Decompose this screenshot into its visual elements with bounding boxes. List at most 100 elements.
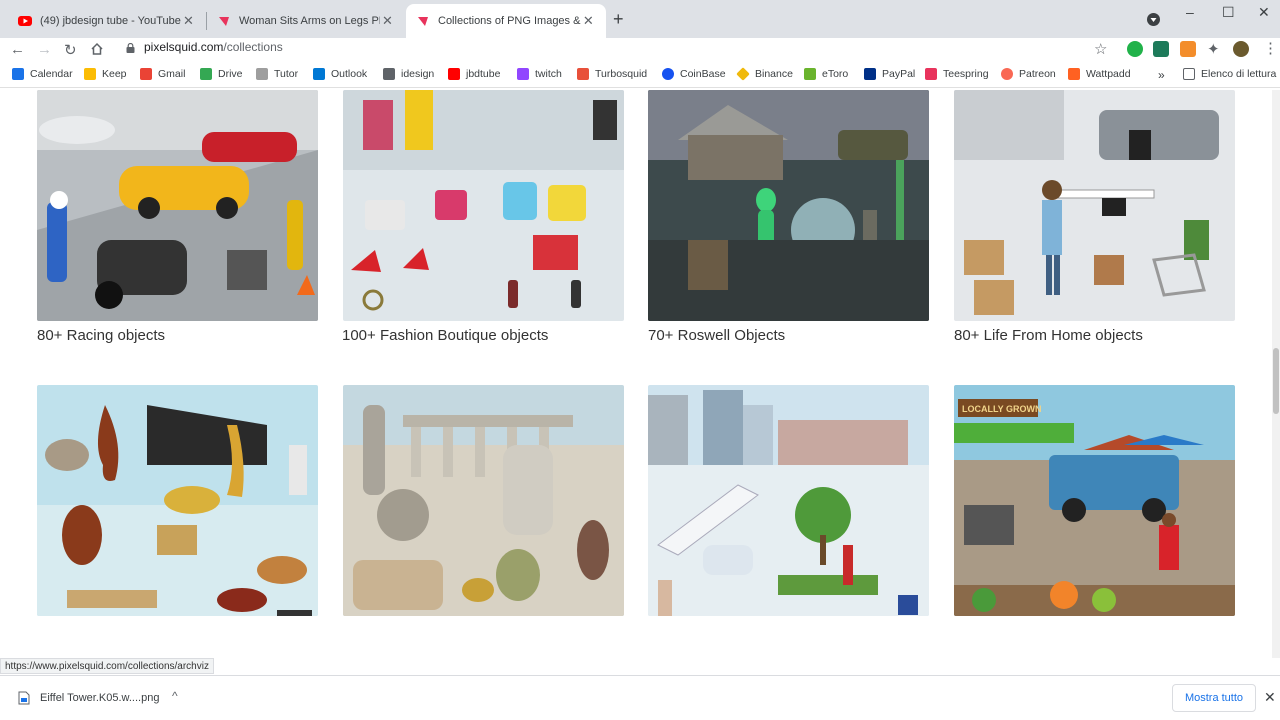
bookmark-drive[interactable]: Drive	[200, 68, 243, 80]
bookmark-outlook[interactable]: Outlook	[313, 68, 367, 80]
page-scrollbar[interactable]	[1272, 90, 1280, 658]
scrollbar-thumb[interactable]	[1273, 348, 1279, 414]
bookmark-turbosquid[interactable]: Turbosquid	[577, 68, 647, 80]
tab-search-icon[interactable]	[1147, 13, 1160, 26]
forward-icon[interactable]: →	[37, 41, 52, 58]
youtube-icon	[18, 16, 32, 26]
menu-icon[interactable]: ⋮	[1263, 39, 1278, 57]
close-download-bar-icon[interactable]: ✕	[1264, 689, 1276, 706]
tab-youtube[interactable]: (49) jbdesign tube - YouTube ✕	[8, 4, 206, 38]
bookmark-tutor[interactable]: Tutor	[256, 68, 298, 80]
tab-title: Woman Sits Arms on Legs PNG I	[239, 15, 380, 27]
minimize-icon[interactable]: –	[1186, 4, 1194, 20]
bookmark-teespring[interactable]: Teespring	[925, 68, 989, 80]
calendar-icon	[12, 68, 24, 80]
wattpad-icon	[1068, 68, 1080, 80]
collection-card-music[interactable]	[37, 385, 318, 616]
back-icon[interactable]: ←	[10, 41, 25, 58]
fashion-collection-image	[343, 90, 624, 321]
status-url: https://www.pixelsquid.com/collections/a…	[0, 658, 214, 674]
bookmark-keep[interactable]: Keep	[84, 68, 127, 80]
bookmark-label: Turbosquid	[595, 68, 648, 80]
bookmark-wattpadd[interactable]: Wattpadd	[1068, 68, 1131, 80]
new-tab-button[interactable]: +	[613, 9, 624, 30]
bookmark-label: Drive	[218, 68, 243, 80]
show-all-button[interactable]: Mostra tutto	[1172, 684, 1256, 712]
download-item[interactable]: Eiffel Tower.K05.w....png	[18, 691, 159, 705]
collection-card-city[interactable]	[648, 385, 929, 616]
extensions-puzzle-icon[interactable]: ✦	[1207, 40, 1220, 58]
url-path: /collections	[223, 40, 283, 54]
patreon-icon	[1001, 68, 1013, 80]
reading-list-icon	[1183, 68, 1195, 80]
bookmark-idesign[interactable]: idesign	[383, 68, 434, 80]
bookmark-label: Keep	[102, 68, 127, 80]
extension-green-icon[interactable]	[1127, 41, 1143, 57]
download-bar: Eiffel Tower.K05.w....png ^ Mostra tutto…	[0, 675, 1280, 720]
profile-avatar[interactable]	[1233, 41, 1249, 57]
extension-teal-icon[interactable]	[1153, 41, 1169, 57]
window-close-icon[interactable]: ✕	[1258, 4, 1270, 21]
collection-title[interactable]: 70+ Roswell Objects	[648, 327, 785, 344]
metamask-icon[interactable]	[1180, 41, 1196, 57]
bookmark-label: idesign	[401, 68, 435, 80]
download-filename: Eiffel Tower.K05.w....png	[40, 692, 160, 704]
address-bar[interactable]: pixelsquid.com/collections	[144, 40, 283, 54]
turbosquid-icon	[577, 68, 589, 80]
tab-woman-sits[interactable]: Woman Sits Arms on Legs PNG I ✕	[207, 4, 405, 38]
chevron-up-icon[interactable]: ^	[172, 689, 178, 703]
collection-title[interactable]: 80+ Racing objects	[37, 327, 165, 344]
bookmark-label: Gmail	[158, 68, 186, 80]
city-collection-image	[648, 385, 929, 616]
bookmark-star-icon[interactable]: ☆	[1094, 40, 1107, 58]
bookmark-patreon[interactable]: Patreon	[1001, 68, 1056, 80]
tab-title: Collections of PNG Images & PSI	[438, 15, 581, 27]
twitch-icon	[517, 68, 529, 80]
teespring-icon	[925, 68, 937, 80]
bookmark-etoro[interactable]: eToro	[804, 68, 848, 80]
bookmark-label: CoinBase	[680, 68, 726, 80]
bookmark-twitch[interactable]: twitch	[517, 68, 562, 80]
drive-icon	[200, 68, 212, 80]
tab-collections[interactable]: Collections of PNG Images & PSI ✕	[406, 4, 606, 38]
close-tab-icon[interactable]: ✕	[581, 13, 596, 29]
home-collection-image	[954, 90, 1235, 321]
market-sign-text: LOCALLY GROWN	[962, 404, 1042, 414]
music-collection-image	[37, 385, 318, 616]
bookmark-paypal[interactable]: PayPal	[864, 68, 915, 80]
bookmark-label: Patreon	[1019, 68, 1056, 80]
collection-card-market[interactable]: LOCALLY GROWN	[954, 385, 1235, 616]
lock-icon[interactable]	[126, 43, 135, 53]
youtube-icon	[448, 68, 460, 80]
close-tab-icon[interactable]: ✕	[380, 13, 395, 29]
pixelsquid-icon	[219, 17, 229, 26]
bookmark-label: Tutor	[274, 68, 299, 80]
bookmarks-bar: Calendar Keep Gmail Drive Tutor Outlook …	[0, 64, 1280, 88]
paypal-icon	[864, 68, 876, 80]
collection-title[interactable]: 100+ Fashion Boutique objects	[342, 327, 548, 344]
bookmark-label: jbdtube	[466, 68, 501, 80]
collection-card-ancient[interactable]	[343, 385, 624, 616]
reload-icon[interactable]: ↻	[64, 41, 77, 59]
reading-list-button[interactable]: Elenco di lettura	[1183, 68, 1276, 80]
keep-icon	[84, 68, 96, 80]
binance-icon	[736, 67, 750, 81]
more-bookmarks-button[interactable]: »	[1158, 68, 1165, 82]
maximize-icon[interactable]: ☐	[1222, 4, 1235, 21]
bookmark-jbdtube[interactable]: jbdtube	[448, 68, 500, 80]
bookmark-label: PayPal	[882, 68, 916, 80]
collection-card-roswell[interactable]	[648, 90, 929, 321]
collection-card-fashion[interactable]	[343, 90, 624, 321]
outlook-icon	[313, 68, 325, 80]
close-tab-icon[interactable]: ✕	[181, 13, 196, 29]
collection-card-racing[interactable]	[37, 90, 318, 321]
collection-card-home[interactable]	[954, 90, 1235, 321]
bookmark-coinbase[interactable]: CoinBase	[662, 68, 726, 80]
bookmark-binance[interactable]: Binance	[736, 67, 793, 81]
bookmark-gmail[interactable]: Gmail	[140, 68, 185, 80]
home-icon[interactable]	[90, 42, 104, 56]
bookmark-label: twitch	[535, 68, 562, 80]
bookmark-calendar[interactable]: Calendar	[12, 68, 73, 80]
collection-title[interactable]: 80+ Life From Home objects	[954, 327, 1143, 344]
tab-title: (49) jbdesign tube - YouTube	[40, 15, 181, 27]
